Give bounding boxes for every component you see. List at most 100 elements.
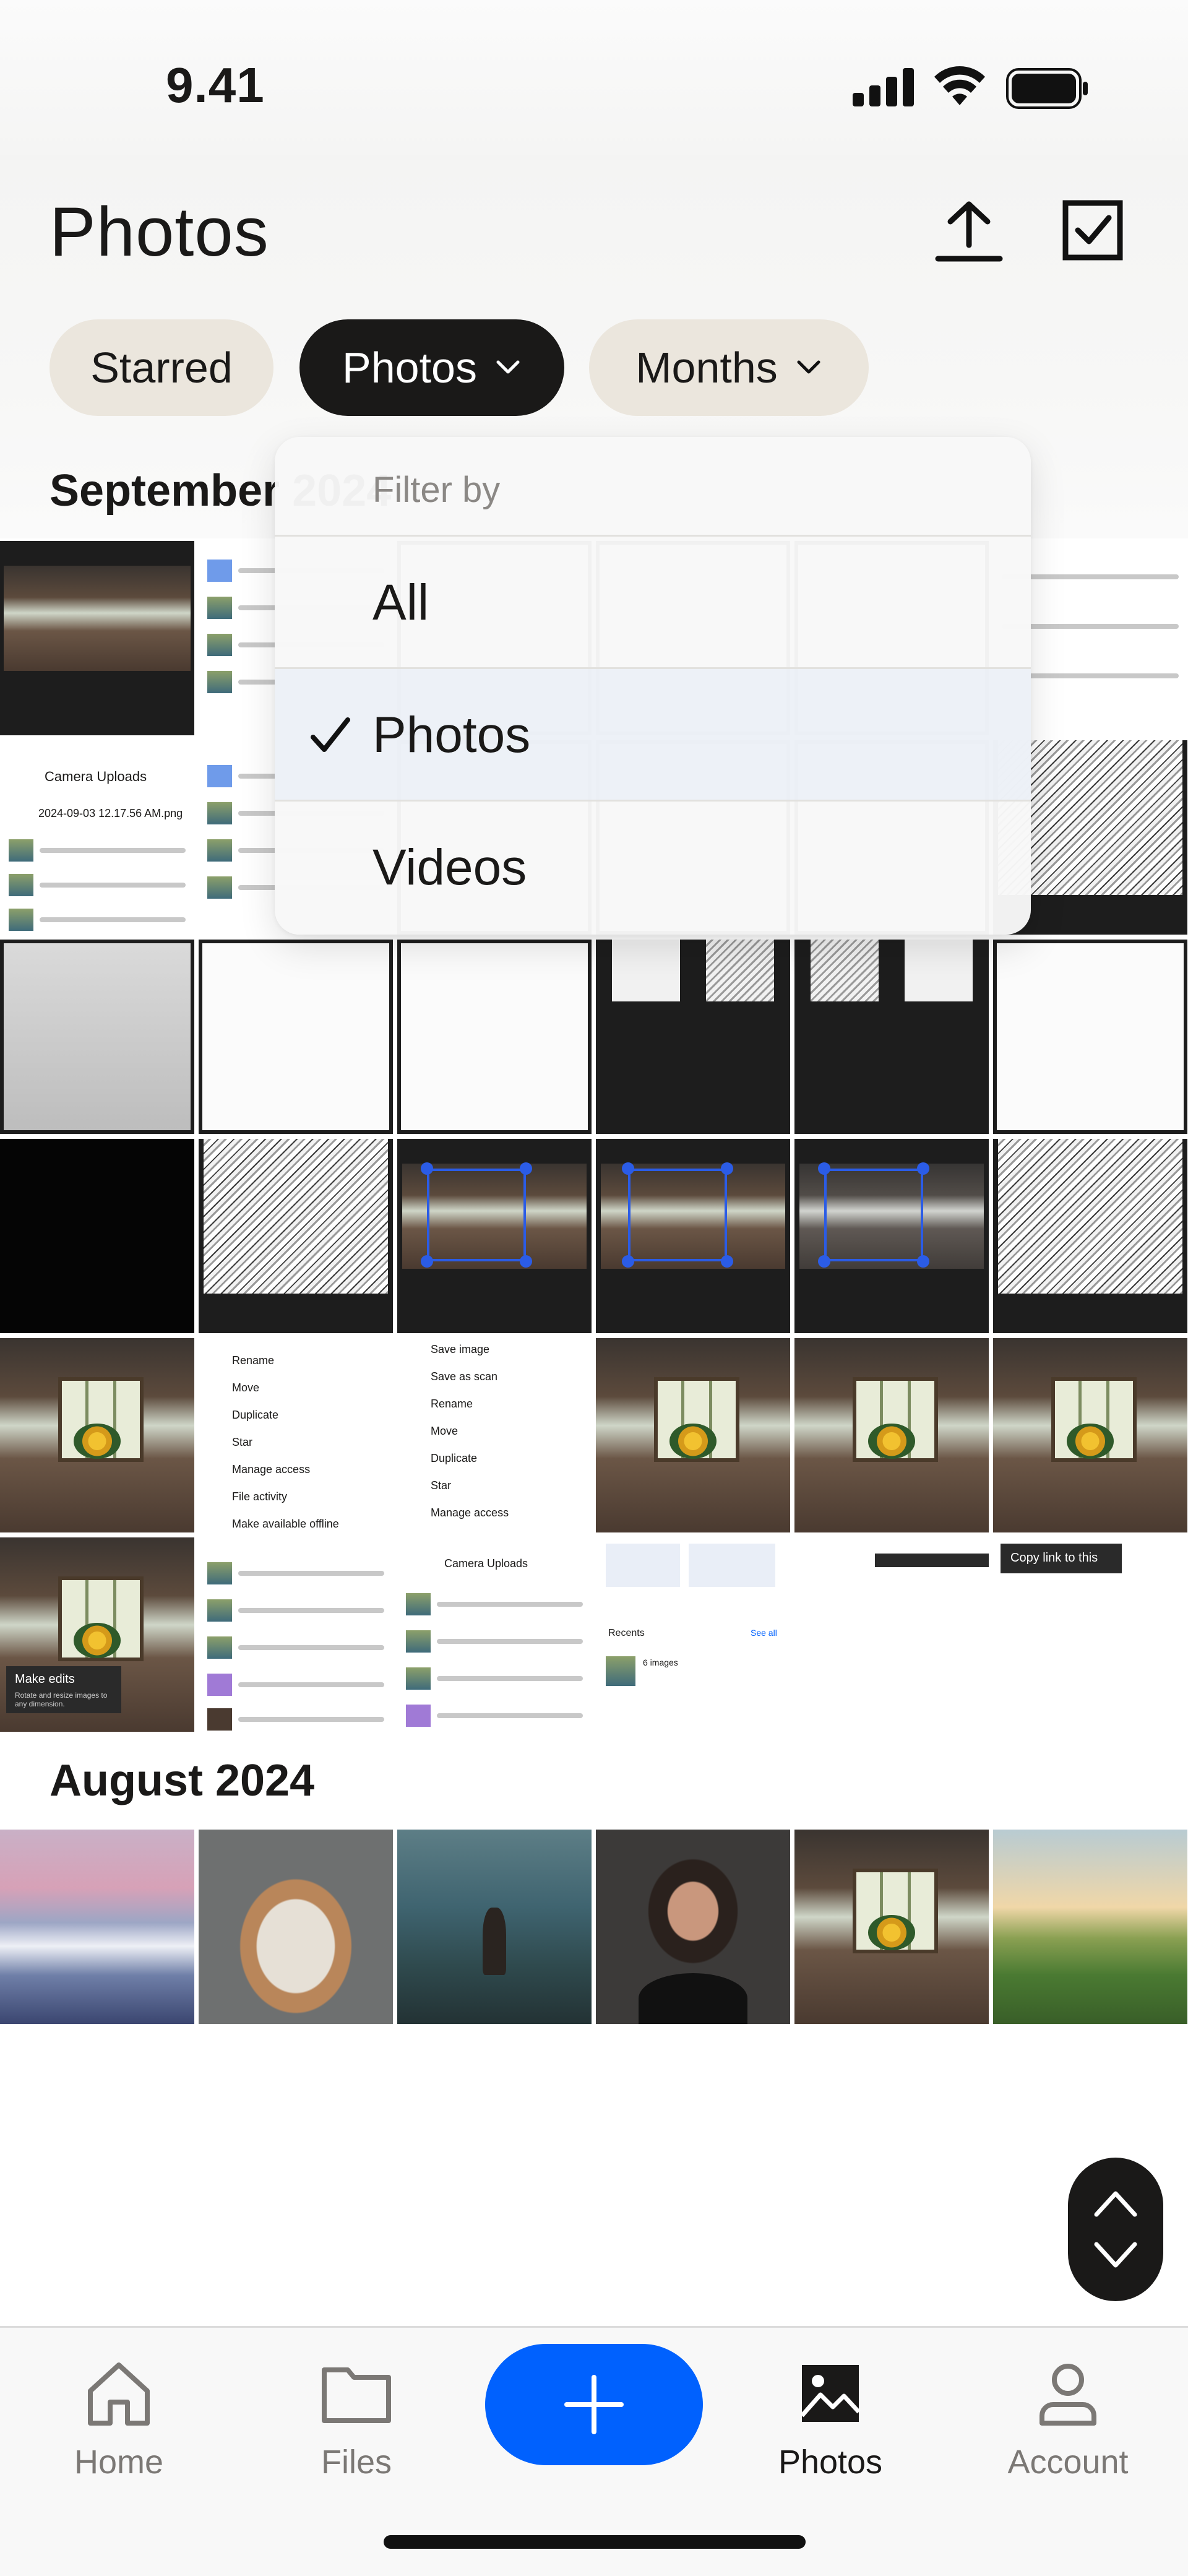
chevron-down-icon [496,360,520,374]
home-icon [88,2362,150,2426]
photo-tile[interactable] [794,940,989,1134]
nav-item-account[interactable]: Account [975,2344,1161,2481]
nav-label: Home [74,2444,164,2481]
camera-uploads-label: Camera Uploads [444,1557,528,1570]
section-title-august: August 2024 [50,1756,315,1805]
photo-tile[interactable] [993,1139,1187,1333]
dropdown-header: Filter by [372,470,501,510]
menu-item-file-activity: File activity [232,1490,288,1503]
add-button[interactable] [485,2344,703,2465]
select-button[interactable] [1058,197,1127,265]
dropdown-option-all[interactable]: All [275,535,1031,667]
photo-tile[interactable] [993,1338,1187,1532]
photo-tile[interactable] [596,1338,790,1532]
scroll-control [1068,2158,1163,2301]
battery-icon [1006,68,1088,109]
upload-icon [935,201,1003,262]
folder-icon [322,2367,391,2423]
nav-item-home[interactable]: Home [26,2344,212,2481]
photo-tile[interactable] [199,940,393,1134]
photo-tile[interactable] [596,1830,790,2024]
nav-item-files[interactable]: Files [264,2344,449,2481]
wifi-icon [934,66,985,105]
menu-item-move: Move [431,1425,458,1437]
photo-tile[interactable] [993,1830,1187,2024]
photo-tile[interactable]: Camera Uploads 2024-09-03 12.17.56 AM.pn… [0,740,194,935]
photo-tile[interactable] [794,1537,989,1732]
filter-dropdown: Filter by All Photos Videos [275,437,1031,935]
dropdown-option-label: All [372,574,429,631]
photos-icon [800,2365,861,2422]
photo-tile[interactable] [993,940,1187,1134]
menu-item-duplicate: Duplicate [431,1452,478,1464]
photo-tile[interactable] [596,940,790,1134]
menu-item-rename: Rename [431,1398,473,1410]
filename-label: 2024-09-03 12.17.56 AM.png [38,807,183,819]
page-title: Photos [50,193,269,270]
filter-chip-months[interactable]: Months [589,319,869,416]
filter-chip-starred[interactable]: Starred [50,319,273,416]
status-bar: 9.41 [0,0,1188,173]
photo-tile[interactable] [0,940,194,1134]
photo-tile[interactable]: Recents See all 6 images [596,1537,790,1732]
recents-label: Recents [608,1628,645,1638]
chevron-up-icon[interactable] [1091,2185,1140,2222]
nav-label: Account [1007,2444,1129,2481]
checkbox-icon [1062,200,1123,261]
filter-chip-photos[interactable]: Photos [299,319,564,416]
nav-item-photos[interactable]: Photos [738,2344,923,2481]
plus-icon [564,2375,624,2434]
filter-chip-label: Starred [90,344,233,392]
make-edits-tooltip: Make edits Rotate and resize images to a… [6,1666,121,1713]
cellular-signal-icon [853,68,914,106]
menu-item-manage-access: Manage access [232,1463,311,1476]
upload-button[interactable] [934,197,1004,265]
menu-item-manage-access: Manage access [431,1506,509,1519]
menu-item-duplicate: Duplicate [232,1409,279,1421]
photo-tile[interactable]: Copy link to this [993,1537,1187,1732]
photo-tile[interactable] [397,1830,592,2024]
chevron-down-icon[interactable] [1091,2237,1140,2274]
home-indicator [384,2535,806,2549]
camera-uploads-label: Camera Uploads [45,769,147,784]
photo-grid-august [0,1830,1188,2024]
photo-tile[interactable] [199,1139,393,1333]
photo-tile[interactable] [0,1338,194,1532]
photo-tile[interactable]: Save image Save as scan Rename Move Dupl… [397,1338,592,1532]
menu-item-save-as-scan: Save as scan [431,1370,498,1383]
menu-item-save-image: Save image [431,1343,490,1355]
dropdown-option-videos[interactable]: Videos [275,800,1031,932]
copy-link-tooltip: Copy link to this [1010,1551,1098,1565]
photo-tile[interactable] [794,1338,989,1532]
photo-tile[interactable] [0,1830,194,2024]
photo-tile[interactable]: Rename Move Duplicate Star Manage access… [199,1338,393,1532]
see-all-link[interactable]: See all [751,1628,777,1638]
nav-label: Files [321,2444,392,2481]
photo-tile[interactable] [794,1139,989,1333]
photo-tile[interactable]: Make edits Rotate and resize images to a… [0,1537,194,1732]
dropdown-option-label: Photos [372,707,531,763]
menu-item-move: Move [232,1381,260,1394]
photo-tile[interactable] [596,1139,790,1333]
filter-chip-label: Months [635,344,778,392]
filter-chip-label: Photos [342,344,477,392]
status-time: 9.41 [166,58,265,113]
photo-tile[interactable] [0,1139,194,1333]
nav-label: Photos [778,2444,883,2481]
make-edits-title: Make edits [15,1672,75,1686]
photo-tile[interactable] [199,1537,393,1732]
menu-item-rename: Rename [232,1354,275,1367]
photo-tile[interactable] [397,940,592,1134]
menu-item-star: Star [232,1436,253,1448]
account-icon [1040,2364,1096,2426]
chevron-down-icon [797,360,820,374]
photo-tile[interactable] [0,541,194,735]
checkmark-icon [311,717,350,752]
photo-tile[interactable] [199,1830,393,2024]
menu-item-star: Star [431,1479,452,1492]
photo-tile[interactable]: Camera Uploads [397,1537,592,1732]
dropdown-option-photos[interactable]: Photos [275,667,1031,800]
photo-tile[interactable] [397,1139,592,1333]
photo-tile[interactable] [794,1830,989,2024]
dropdown-option-label: Videos [372,839,527,896]
